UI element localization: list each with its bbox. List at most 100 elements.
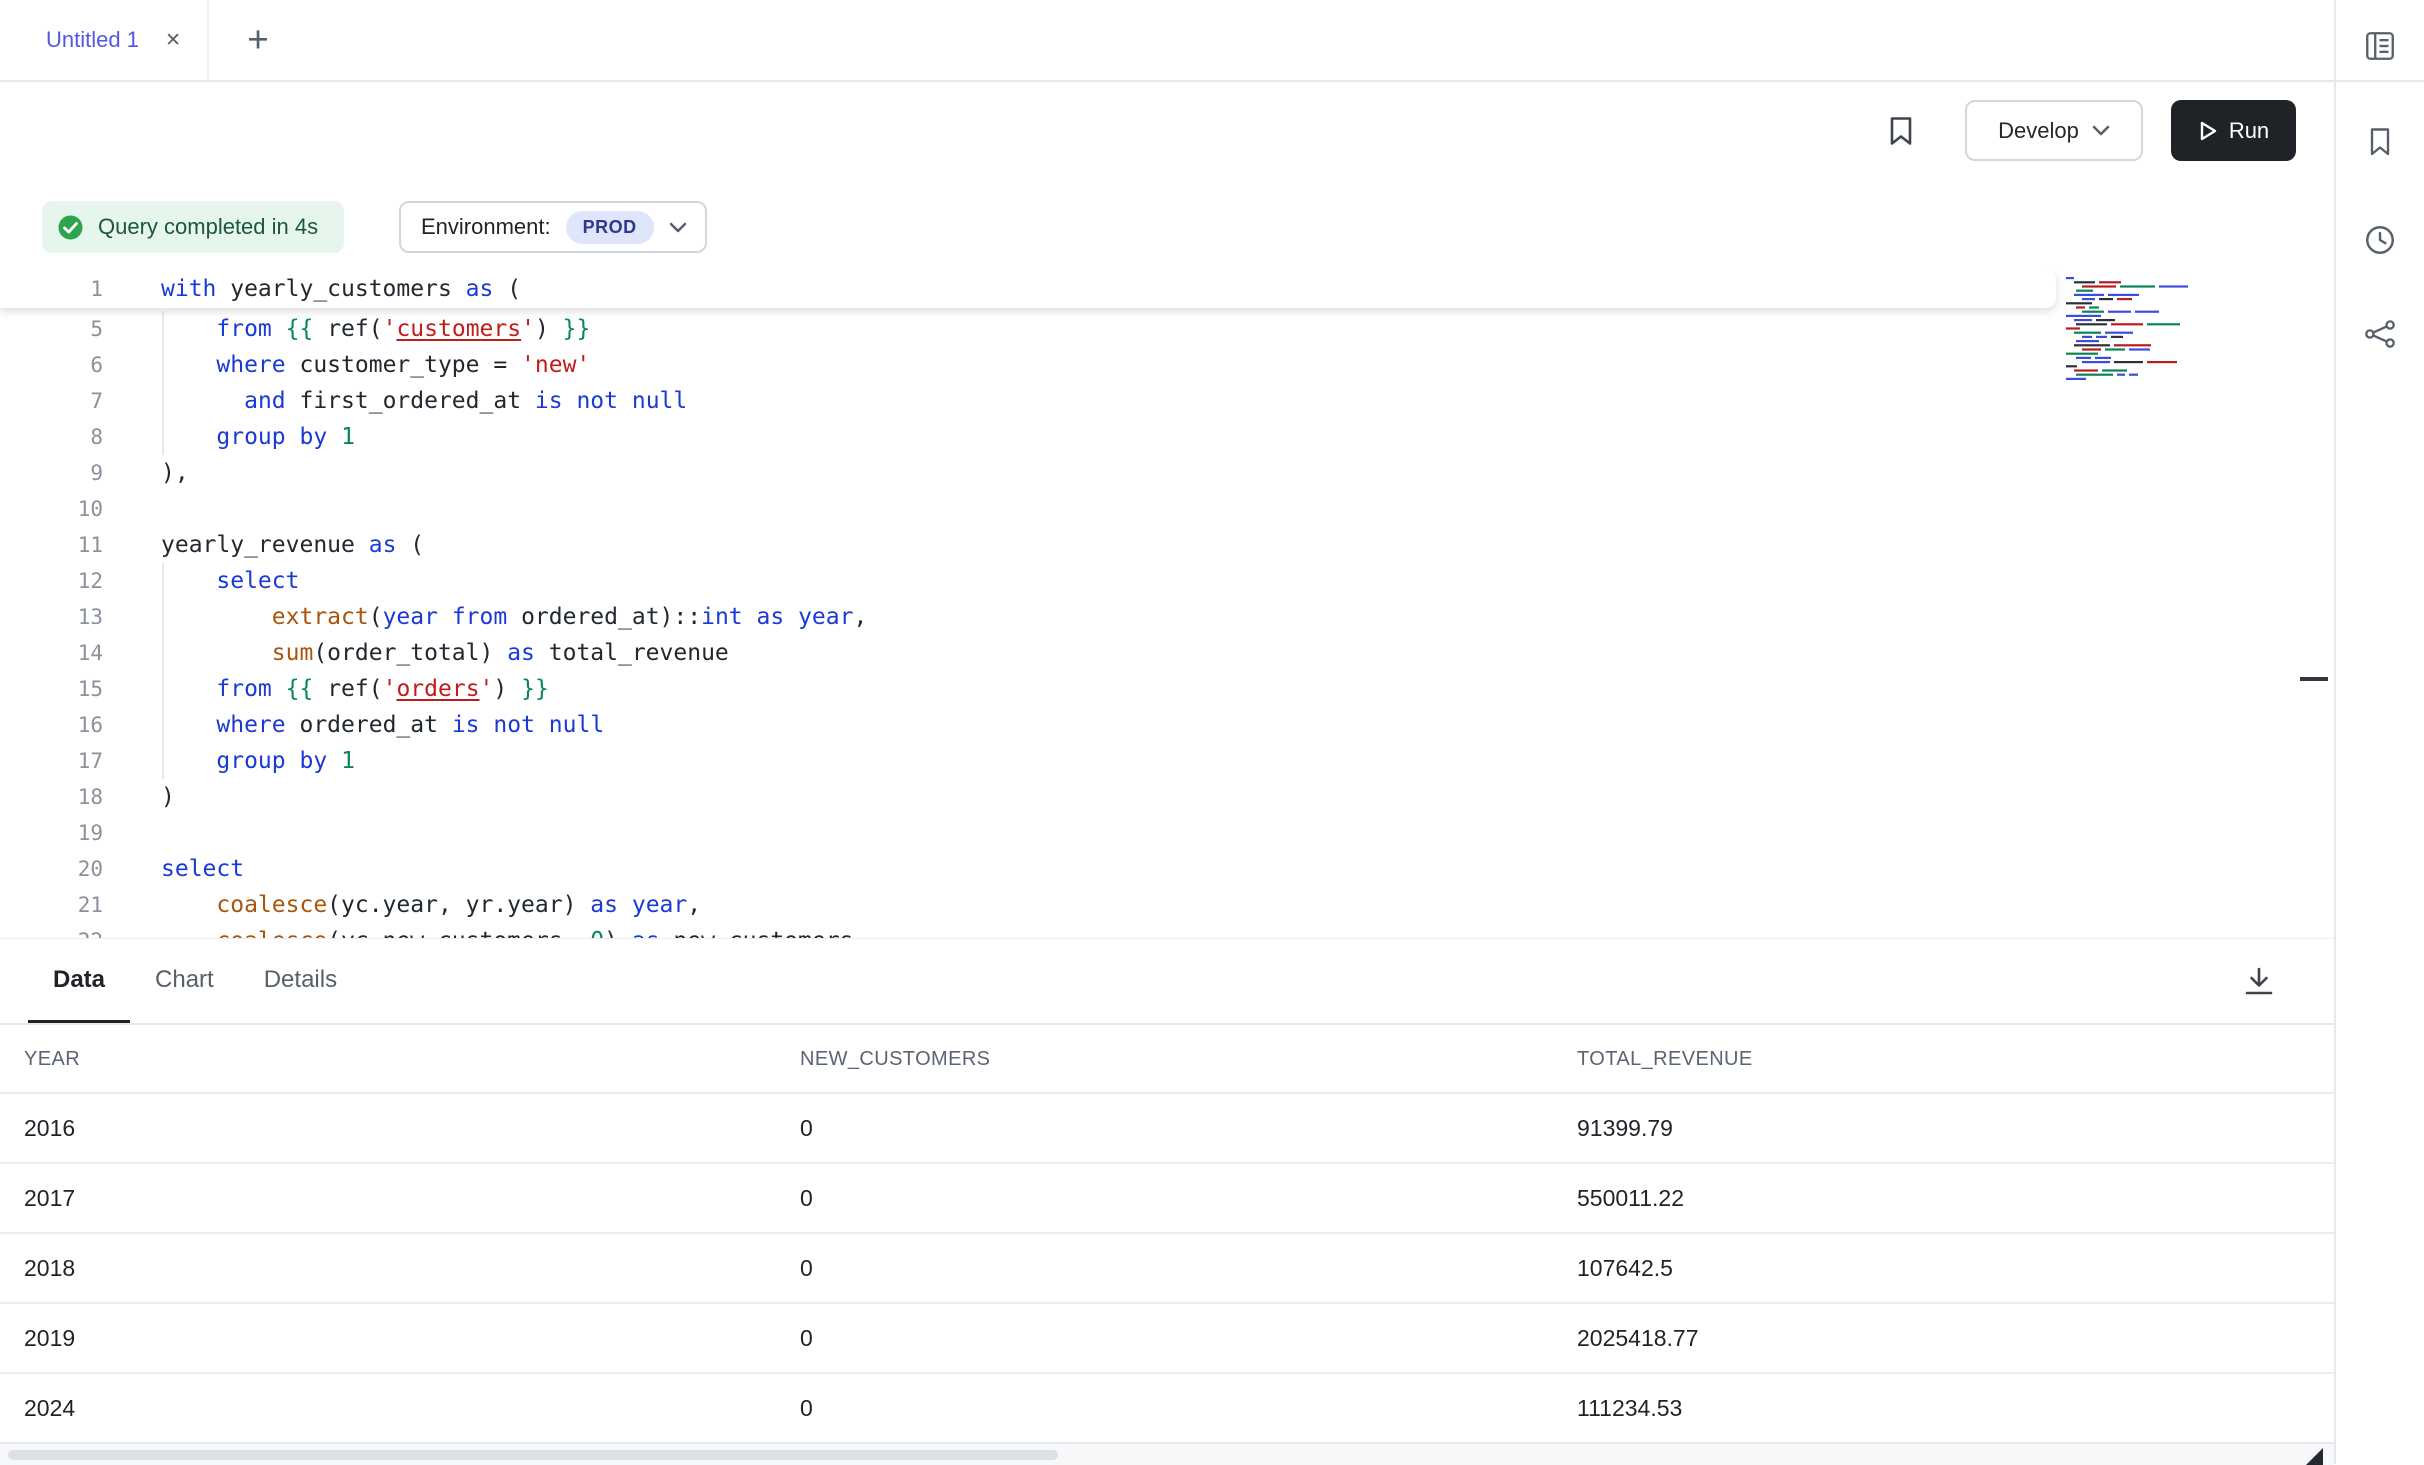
- results-tab-data[interactable]: Data: [28, 939, 130, 1024]
- code-text: from {{ ref('customers') }}: [161, 311, 590, 347]
- clock-icon: [2363, 223, 2397, 257]
- line-numbers-icon: [2363, 29, 2397, 63]
- table-cell: 0: [800, 1164, 813, 1232]
- code-text: ): [161, 779, 175, 815]
- indent-guide: [162, 311, 164, 455]
- results-panel: DataChartDetails YEARNEW_CUSTOMERSTOTAL_…: [0, 938, 2334, 1464]
- line-number: 21: [0, 887, 103, 923]
- table-cell: 550011.22: [1577, 1164, 1684, 1232]
- line-number: 14: [0, 635, 103, 671]
- table-row[interactable]: 201902025418.77: [0, 1304, 2334, 1374]
- results-tab-chart[interactable]: Chart: [130, 939, 239, 1024]
- table-cell: 2016: [24, 1094, 75, 1162]
- code-line[interactable]: 9),: [0, 455, 2334, 491]
- horizontal-scrollbar[interactable]: [0, 1442, 2334, 1465]
- column-header: NEW_CUSTOMERS: [800, 1025, 990, 1094]
- code-line[interactable]: 14 sum(order_total) as total_revenue: [0, 635, 2334, 671]
- code-text: coalesce(yc.year, yr.year) as year,: [161, 887, 701, 923]
- line-number: 8: [0, 419, 103, 455]
- tab-close-icon[interactable]: ✕: [161, 25, 185, 56]
- develop-dropdown[interactable]: Develop: [1965, 100, 2143, 161]
- environment-badge: PROD: [566, 211, 654, 244]
- sql-editor[interactable]: 5 from {{ ref('customers') }}6 where cus…: [0, 271, 2334, 938]
- column-header: YEAR: [24, 1025, 80, 1094]
- run-label: Run: [2229, 118, 2269, 144]
- indent-guide: [162, 563, 164, 779]
- table-cell: 2018: [24, 1234, 75, 1302]
- table-cell: 0: [800, 1304, 813, 1372]
- download-icon: [2242, 965, 2276, 999]
- table-row[interactable]: 20240111234.53: [0, 1374, 2334, 1444]
- bookmarks-button[interactable]: [2353, 115, 2407, 169]
- tab-untitled-1[interactable]: Untitled 1 ✕: [0, 0, 209, 80]
- code-line[interactable]: 5 from {{ ref('customers') }}: [0, 311, 2334, 347]
- resize-corner[interactable]: [2306, 1448, 2323, 1465]
- line-number: 7: [0, 383, 103, 419]
- line-number: 15: [0, 671, 103, 707]
- editor-config-button[interactable]: [2353, 19, 2407, 73]
- table-cell: 91399.79: [1577, 1094, 1673, 1162]
- new-tab-button[interactable]: +: [236, 0, 280, 80]
- line-number: 11: [0, 527, 103, 563]
- line-number: 22: [0, 923, 103, 938]
- code-lines: 5 from {{ ref('customers') }}6 where cus…: [0, 311, 2334, 938]
- code-text: ),: [161, 455, 189, 491]
- line-number: 5: [0, 311, 103, 347]
- scrollbar-thumb[interactable]: [2300, 677, 2328, 681]
- table-row[interactable]: 2016 0 91399.79: [0, 1094, 2334, 1164]
- right-sidebar: [2334, 0, 2424, 1464]
- code-line[interactable]: 21 coalesce(yc.year, yr.year) as year,: [0, 887, 2334, 923]
- code-text: and first_ordered_at is not null: [161, 383, 687, 419]
- line-number: 18: [0, 779, 103, 815]
- line-number: 10: [0, 491, 103, 527]
- history-button[interactable]: [2353, 213, 2407, 267]
- code-line[interactable]: 18): [0, 779, 2334, 815]
- run-button[interactable]: Run: [2171, 100, 2296, 161]
- table-row[interactable]: 2017 0 550011.22: [0, 1164, 2334, 1234]
- code-line[interactable]: 1with yearly_customers as (: [0, 271, 2056, 307]
- line-number: 1: [0, 271, 103, 307]
- bookmark-icon: [2364, 125, 2396, 159]
- play-icon: [2198, 120, 2218, 142]
- code-line[interactable]: 17 group by 1: [0, 743, 2334, 779]
- table-cell: 2025418.77: [1577, 1304, 1699, 1372]
- line-number: 9: [0, 455, 103, 491]
- table-row[interactable]: 20180107642.5: [0, 1234, 2334, 1304]
- table-cell: 0: [800, 1094, 813, 1162]
- success-check-icon: [57, 214, 84, 241]
- code-line[interactable]: 13 extract(year from ordered_at)::int as…: [0, 599, 2334, 635]
- download-results-button[interactable]: [2236, 959, 2282, 1005]
- lineage-icon: [2363, 317, 2397, 351]
- bookmark-icon: [1886, 115, 1916, 147]
- line-number: 6: [0, 347, 103, 383]
- chevron-down-icon: [669, 222, 687, 233]
- code-line[interactable]: 7 and first_ordered_at is not null: [0, 383, 2334, 419]
- code-line[interactable]: 11 yearly_revenue as (: [0, 527, 2334, 563]
- code-line[interactable]: 8 group by 1: [0, 419, 2334, 455]
- line-number: 13: [0, 599, 103, 635]
- results-tab-bar: DataChartDetails: [28, 939, 362, 1024]
- code-line[interactable]: 22 coalesce(yc.new_customers, 0) as new_…: [0, 923, 2334, 938]
- code-line[interactable]: 6 where customer_type = 'new': [0, 347, 2334, 383]
- code-line[interactable]: 16 where ordered_at is not null: [0, 707, 2334, 743]
- code-line[interactable]: 10: [0, 491, 2334, 527]
- chevron-down-icon: [2092, 125, 2110, 136]
- table-cell: 2024: [24, 1374, 75, 1442]
- lineage-button[interactable]: [2353, 307, 2407, 361]
- results-tab-details[interactable]: Details: [239, 939, 362, 1024]
- table-cell: 2017: [24, 1164, 75, 1232]
- code-line[interactable]: 15 from {{ ref('orders') }}: [0, 671, 2334, 707]
- code-text: yearly_revenue as (: [161, 527, 424, 563]
- environment-selector[interactable]: Environment: PROD: [399, 201, 707, 253]
- query-status-text: Query completed in 4s: [98, 214, 318, 240]
- code-line[interactable]: 12 select: [0, 563, 2334, 599]
- code-line[interactable]: 20select: [0, 851, 2334, 887]
- code-text: sum(order_total) as total_revenue: [161, 635, 729, 671]
- table-body: 2016 0 91399.79 2017 0 550011.2220180107642.5…: [0, 1094, 2334, 1444]
- code-line[interactable]: 19: [0, 815, 2334, 851]
- bookmark-button[interactable]: [1882, 112, 1920, 150]
- horizontal-scrollbar-thumb[interactable]: [8, 1450, 1058, 1460]
- tab-label: Untitled 1: [46, 27, 139, 53]
- sticky-scroll-line[interactable]: 1with yearly_customers as (: [0, 271, 2056, 308]
- minimap[interactable]: [2064, 275, 2188, 383]
